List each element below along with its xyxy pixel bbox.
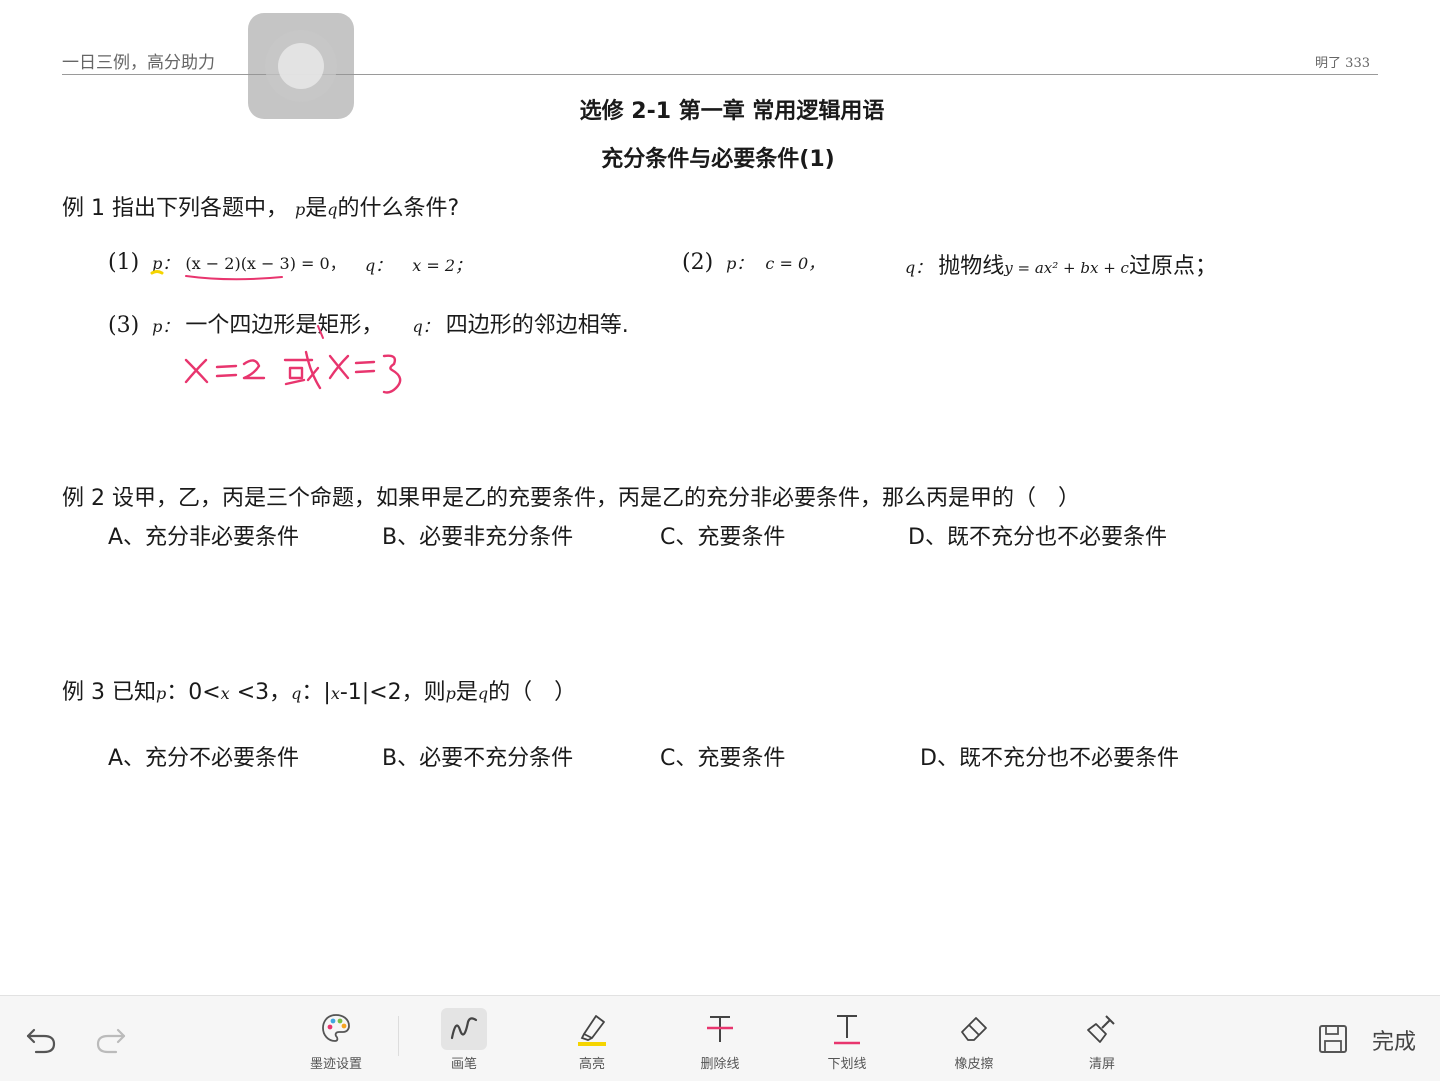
- ink-or-3: [284, 378, 306, 386]
- palette-icon: [322, 1014, 350, 1042]
- save-icon: [1319, 1025, 1347, 1053]
- ink-layer: [150, 270, 402, 394]
- tool-label: 删除线: [700, 1057, 740, 1072]
- ink-or-4: [304, 350, 322, 390]
- save-button[interactable]: [1290, 996, 1370, 1081]
- ink-highlight-mark: [150, 270, 164, 275]
- tool-label: 画笔: [450, 1057, 477, 1072]
- undo-icon: [26, 1028, 56, 1054]
- ink-two: [242, 359, 266, 380]
- ink-tick: [317, 325, 324, 339]
- toolbar-divider: [398, 1016, 399, 1056]
- document-page[interactable]: 一日三例，高分助力 明了 333 选修 2-1 第一章 常用逻辑用语 充分条件与…: [0, 0, 1440, 995]
- tool-ink-settings[interactable]: 墨迹设置: [291, 996, 381, 1081]
- ink-or-2: [288, 366, 304, 380]
- assistive-touch-button[interactable]: [248, 13, 354, 119]
- done-button[interactable]: 完成: [1372, 1024, 1416, 1056]
- redo-icon: [96, 1028, 126, 1054]
- tool-clear-screen[interactable]: 清屏: [1057, 996, 1147, 1081]
- underline-icon: [834, 1015, 860, 1045]
- tool-label: 高亮: [578, 1057, 605, 1072]
- pen-icon: [450, 1017, 478, 1040]
- tool-highlight[interactable]: 高亮: [547, 996, 637, 1081]
- ink-eq2-1: [354, 360, 376, 365]
- eraser-icon: [961, 1017, 987, 1041]
- highlighter-icon: [578, 1015, 606, 1046]
- tool-strikethrough[interactable]: 删除线: [675, 996, 765, 1081]
- clear-screen-icon: [1087, 1015, 1115, 1043]
- tool-eraser[interactable]: 橡皮擦: [929, 996, 1019, 1081]
- tool-pen[interactable]: 画笔: [419, 996, 509, 1081]
- ink-three: [382, 354, 402, 394]
- tool-underline[interactable]: 下划线: [802, 996, 892, 1081]
- redo-button[interactable]: [70, 996, 150, 1081]
- ink-eq2-2: [354, 369, 376, 374]
- ink-handwriting: [184, 350, 402, 394]
- undo-button[interactable]: [0, 996, 80, 1081]
- tool-label: 下划线: [827, 1057, 867, 1072]
- ink-or-5: [306, 366, 320, 382]
- tool-label: 清屏: [1088, 1057, 1115, 1072]
- tool-label: 墨迹设置: [309, 1057, 362, 1072]
- ink-eq-1: [215, 364, 238, 369]
- ink-underline: [185, 275, 283, 281]
- assistive-ring-inner: [278, 43, 324, 89]
- tool-label: 橡皮擦: [954, 1057, 994, 1072]
- annotation-toolbar: 墨迹设置 画笔 高亮 删除线 下划线 橡皮擦 清屏: [0, 995, 1440, 1081]
- strikethrough-icon: [707, 1016, 733, 1042]
- ink-eq-2: [215, 373, 238, 378]
